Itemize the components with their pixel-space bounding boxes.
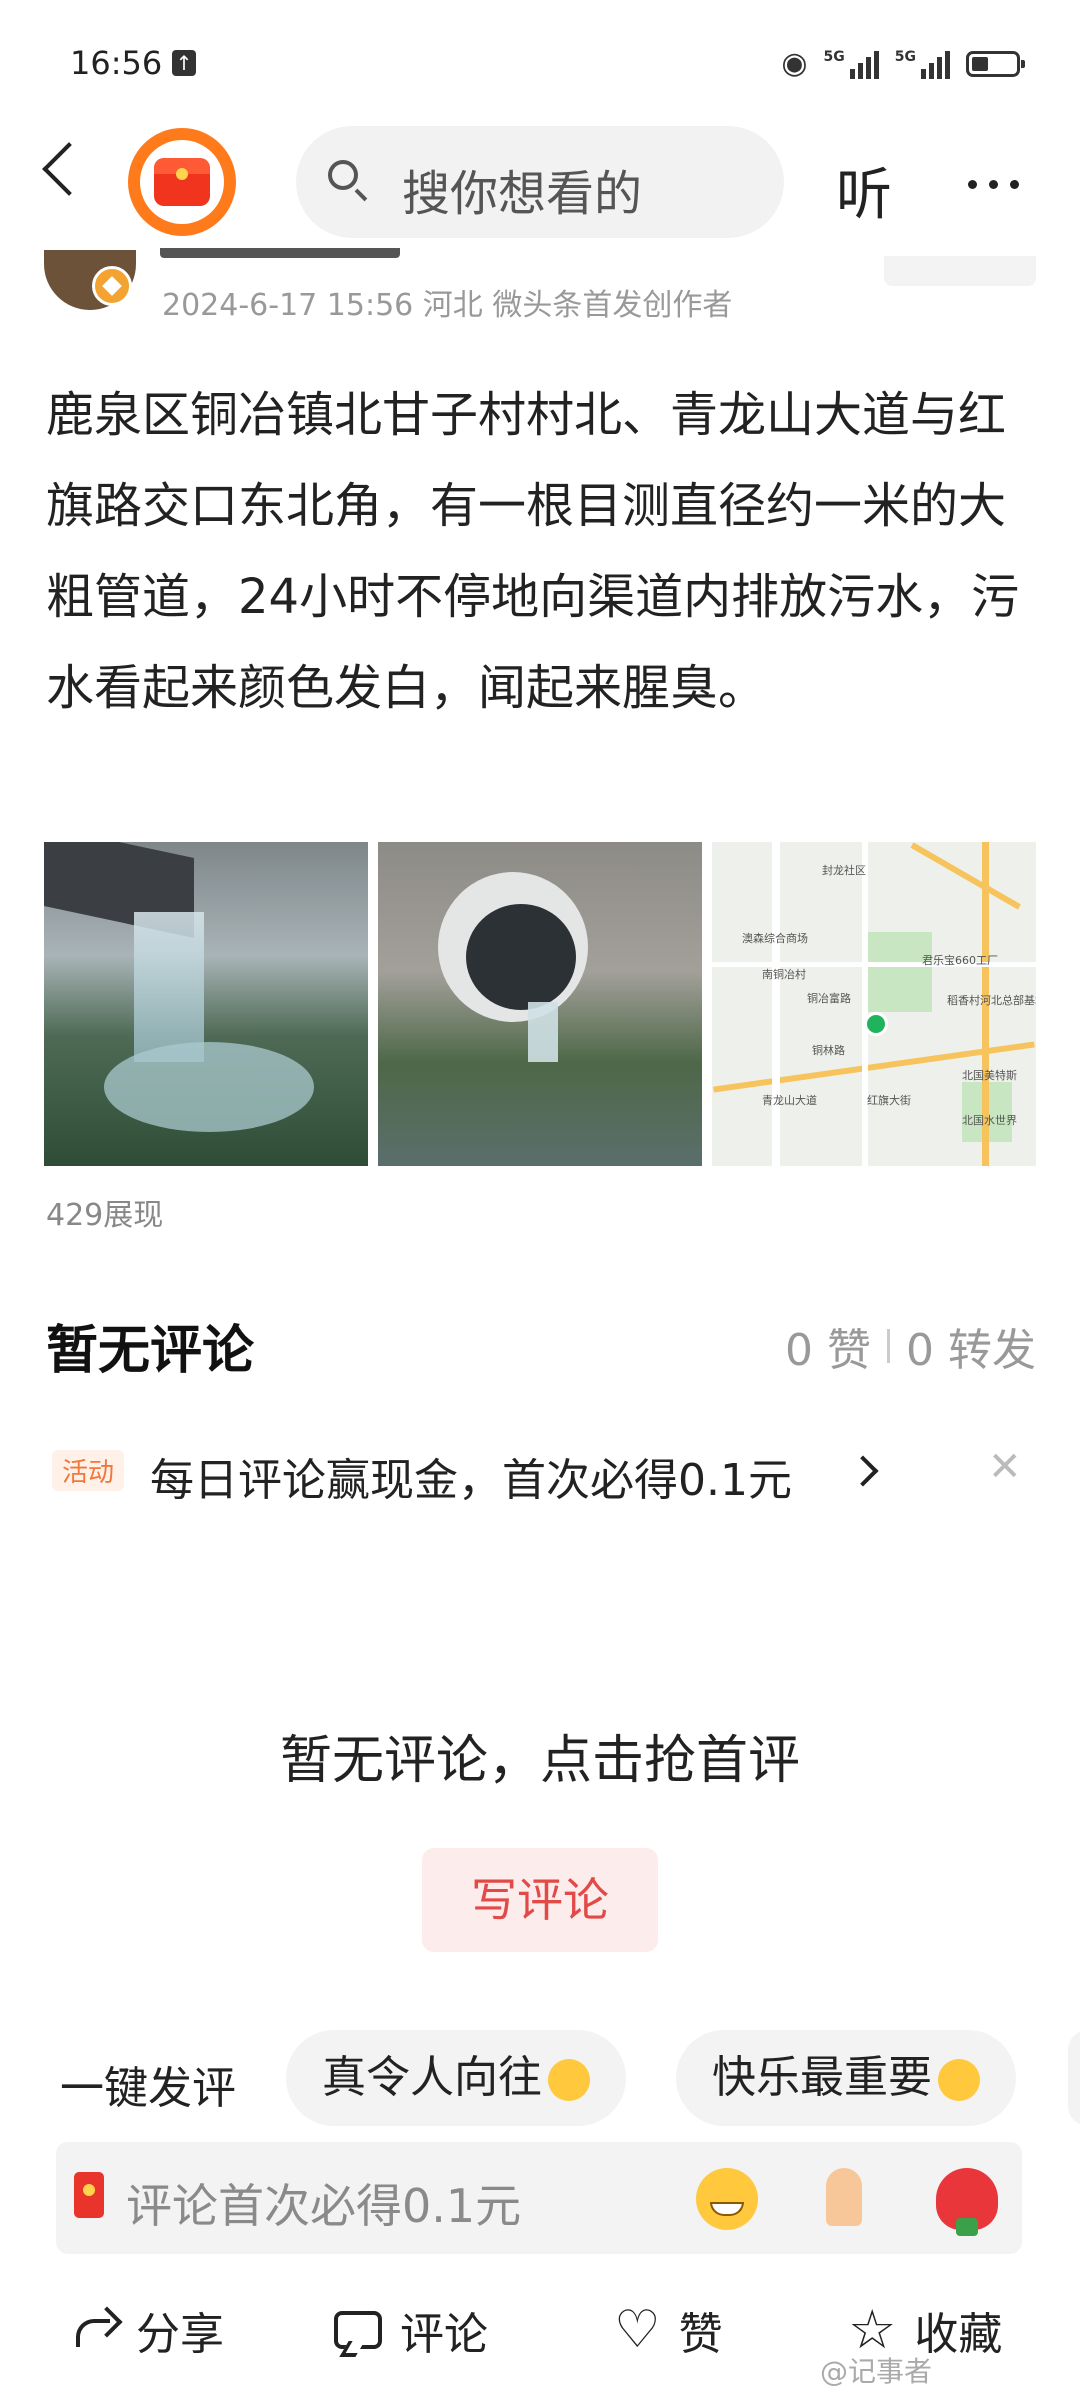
- post-content: 鹿泉区铜冶镇北甘子村村北、青龙山大道与红旗路交口东北角，有一根目测直径约一米的大…: [46, 387, 1020, 716]
- flexed-biceps-icon: [548, 2059, 590, 2101]
- post-image-map[interactable]: 封龙社区 南铜冶村 青龙山大道 红旗大街 君乐宝660工厂 稻香村河北总部基地 …: [712, 842, 1036, 1166]
- close-icon[interactable]: ✕: [988, 1444, 1022, 1490]
- author-name[interactable]: [160, 248, 400, 258]
- star-icon: ☆: [848, 2298, 897, 2361]
- comments-title: 暂无评论: [46, 1321, 255, 1381]
- watermark: @记事者: [820, 2355, 933, 2388]
- red-packet-icon: [74, 2172, 104, 2218]
- signal-icon-2: 5G: [895, 49, 950, 79]
- quick-reply-chip-partial[interactable]: [1068, 2030, 1080, 2126]
- quick-reply-chip[interactable]: 快乐最重要: [676, 2030, 1016, 2126]
- write-comment-button[interactable]: 写评论: [422, 1848, 658, 1952]
- post-image-1[interactable]: [44, 842, 368, 1166]
- eye-icon: ◉: [781, 46, 808, 81]
- empty-comments-text: 暂无评论，点击抢首评: [279, 1731, 800, 1791]
- heart-icon: ♡: [614, 2300, 661, 2360]
- signal-icon: 5G: [824, 49, 879, 79]
- share-button[interactable]: 分享: [72, 2298, 224, 2362]
- status-indicators: ◉ 5G 5G: [781, 46, 1025, 81]
- clapping-hands-icon: [938, 2059, 980, 2101]
- post-image-2[interactable]: [378, 842, 702, 1166]
- red-packet-logo-icon[interactable]: [128, 128, 236, 236]
- comment-button[interactable]: 评论: [334, 2298, 488, 2362]
- stats-divider: [887, 1329, 891, 1363]
- pray-emoji-icon[interactable]: [818, 2168, 870, 2230]
- search-icon: [328, 160, 358, 190]
- comment-input[interactable]: 评论首次必得0.1元: [56, 2142, 1022, 2254]
- promo-banner[interactable]: 每日评论赢现金，首次必得0.1元: [150, 1444, 792, 1508]
- promo-tag: 活动: [52, 1450, 125, 1491]
- search-bar[interactable]: 搜你想看的: [296, 126, 784, 238]
- quick-reply-label: 一键发评: [60, 2063, 236, 2114]
- status-time: 16:56: [70, 44, 163, 82]
- comment-icon: [334, 2311, 382, 2349]
- battery-icon: [966, 50, 1025, 77]
- like-count: 0 赞: [785, 1325, 872, 1376]
- quick-reply-chip[interactable]: 真令人向往: [286, 2030, 626, 2126]
- chevron-right-icon[interactable]: [847, 1455, 879, 1487]
- grin-emoji-icon[interactable]: [696, 2168, 758, 2230]
- creator-badge-icon: [92, 266, 132, 306]
- share-icon: [72, 2309, 118, 2351]
- more-icon[interactable]: [968, 180, 1019, 189]
- search-placeholder: 搜你想看的: [402, 166, 643, 222]
- post-stats: 0 赞 0 转发: [785, 1314, 1036, 1378]
- back-icon[interactable]: [42, 142, 96, 196]
- follow-button[interactable]: [884, 256, 1036, 286]
- comment-input-placeholder: 评论首次必得0.1元: [126, 2179, 522, 2233]
- listen-button[interactable]: 听: [836, 150, 892, 231]
- share-count: 0 转发: [906, 1325, 1036, 1376]
- view-count: 429展现: [46, 1198, 164, 1233]
- rose-emoji-icon[interactable]: [936, 2168, 998, 2236]
- map-pin-icon: [864, 1012, 888, 1036]
- post-meta: 2024-6-17 15:56 河北 微头条首发创作者: [162, 288, 733, 323]
- like-button[interactable]: ♡ 赞: [614, 2298, 723, 2362]
- upload-icon: ↑: [172, 50, 196, 76]
